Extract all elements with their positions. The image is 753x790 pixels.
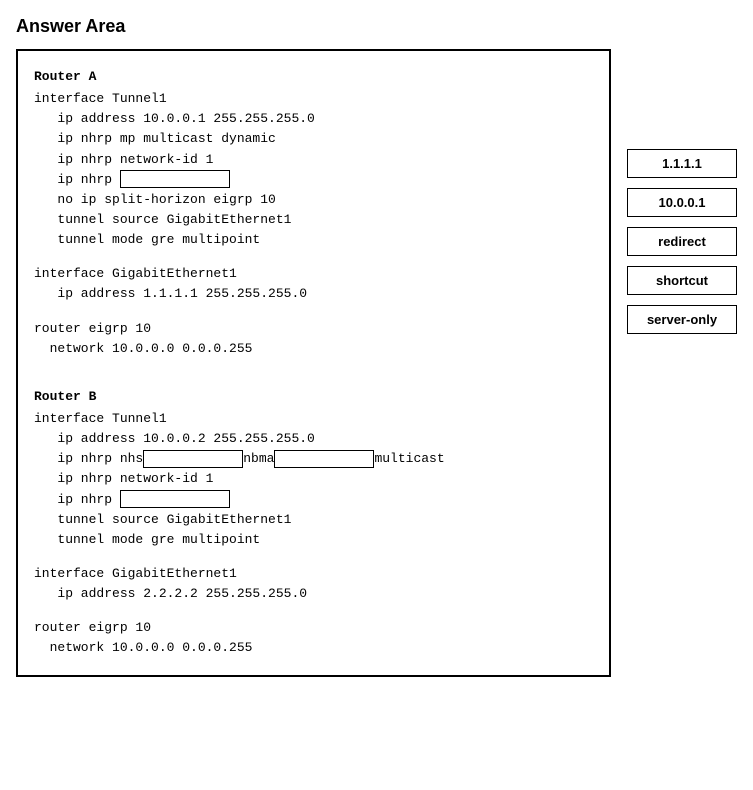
- code-line: ip nhrp network-id 1: [34, 469, 593, 489]
- code-line: interface Tunnel1: [34, 409, 593, 429]
- code-line: ip address 2.2.2.2 255.255.255.0: [34, 584, 593, 604]
- code-line: interface GigabitEthernet1: [34, 564, 593, 584]
- router-b-title: Router B: [34, 387, 593, 407]
- router-a-title: Router A: [34, 67, 593, 87]
- router-a-nhrp-input[interactable]: [120, 170, 230, 188]
- code-line: ip nhrp mp multicast dynamic: [34, 129, 593, 149]
- chip-10-0-0-1[interactable]: 10.0.0.1: [627, 188, 737, 217]
- router-a-nhrp-line: ip nhrp: [34, 170, 593, 190]
- code-line: ip address 10.0.0.2 255.255.255.0: [34, 429, 593, 449]
- main-layout: Router A interface Tunnel1 ip address 10…: [16, 49, 737, 677]
- code-line: ip address 10.0.0.1 255.255.255.0: [34, 109, 593, 129]
- code-line: tunnel mode gre multipoint: [34, 230, 593, 250]
- code-line: tunnel source GigabitEthernet1: [34, 210, 593, 230]
- code-line: no ip split-horizon eigrp 10: [34, 190, 593, 210]
- router-b-nhrp-input[interactable]: [120, 490, 230, 508]
- router-b-nhrp-line: ip nhrp: [34, 490, 593, 510]
- page-title: Answer Area: [16, 16, 737, 37]
- router-b-nhs-line: ip nhrp nhsnbmamulticast: [34, 449, 593, 469]
- code-line: router eigrp 10: [34, 319, 593, 339]
- code-line: ip nhrp network-id 1: [34, 150, 593, 170]
- code-line: interface Tunnel1: [34, 89, 593, 109]
- code-line: network 10.0.0.0 0.0.0.255: [34, 339, 593, 359]
- answer-box: Router A interface Tunnel1 ip address 10…: [16, 49, 611, 677]
- sidebar: 1.1.1.1 10.0.0.1 redirect shortcut serve…: [627, 49, 737, 334]
- chip-server-only[interactable]: server-only: [627, 305, 737, 334]
- chip-shortcut[interactable]: shortcut: [627, 266, 737, 295]
- router-b-nbma-input[interactable]: [274, 450, 374, 468]
- chip-redirect[interactable]: redirect: [627, 227, 737, 256]
- code-line: tunnel source GigabitEthernet1: [34, 510, 593, 530]
- code-line: interface GigabitEthernet1: [34, 264, 593, 284]
- code-line: tunnel mode gre multipoint: [34, 530, 593, 550]
- code-line: network 10.0.0.0 0.0.0.255: [34, 638, 593, 658]
- code-line: ip address 1.1.1.1 255.255.255.0: [34, 284, 593, 304]
- chip-1-1-1-1[interactable]: 1.1.1.1: [627, 149, 737, 178]
- code-line: router eigrp 10: [34, 618, 593, 638]
- router-b-nhs-input[interactable]: [143, 450, 243, 468]
